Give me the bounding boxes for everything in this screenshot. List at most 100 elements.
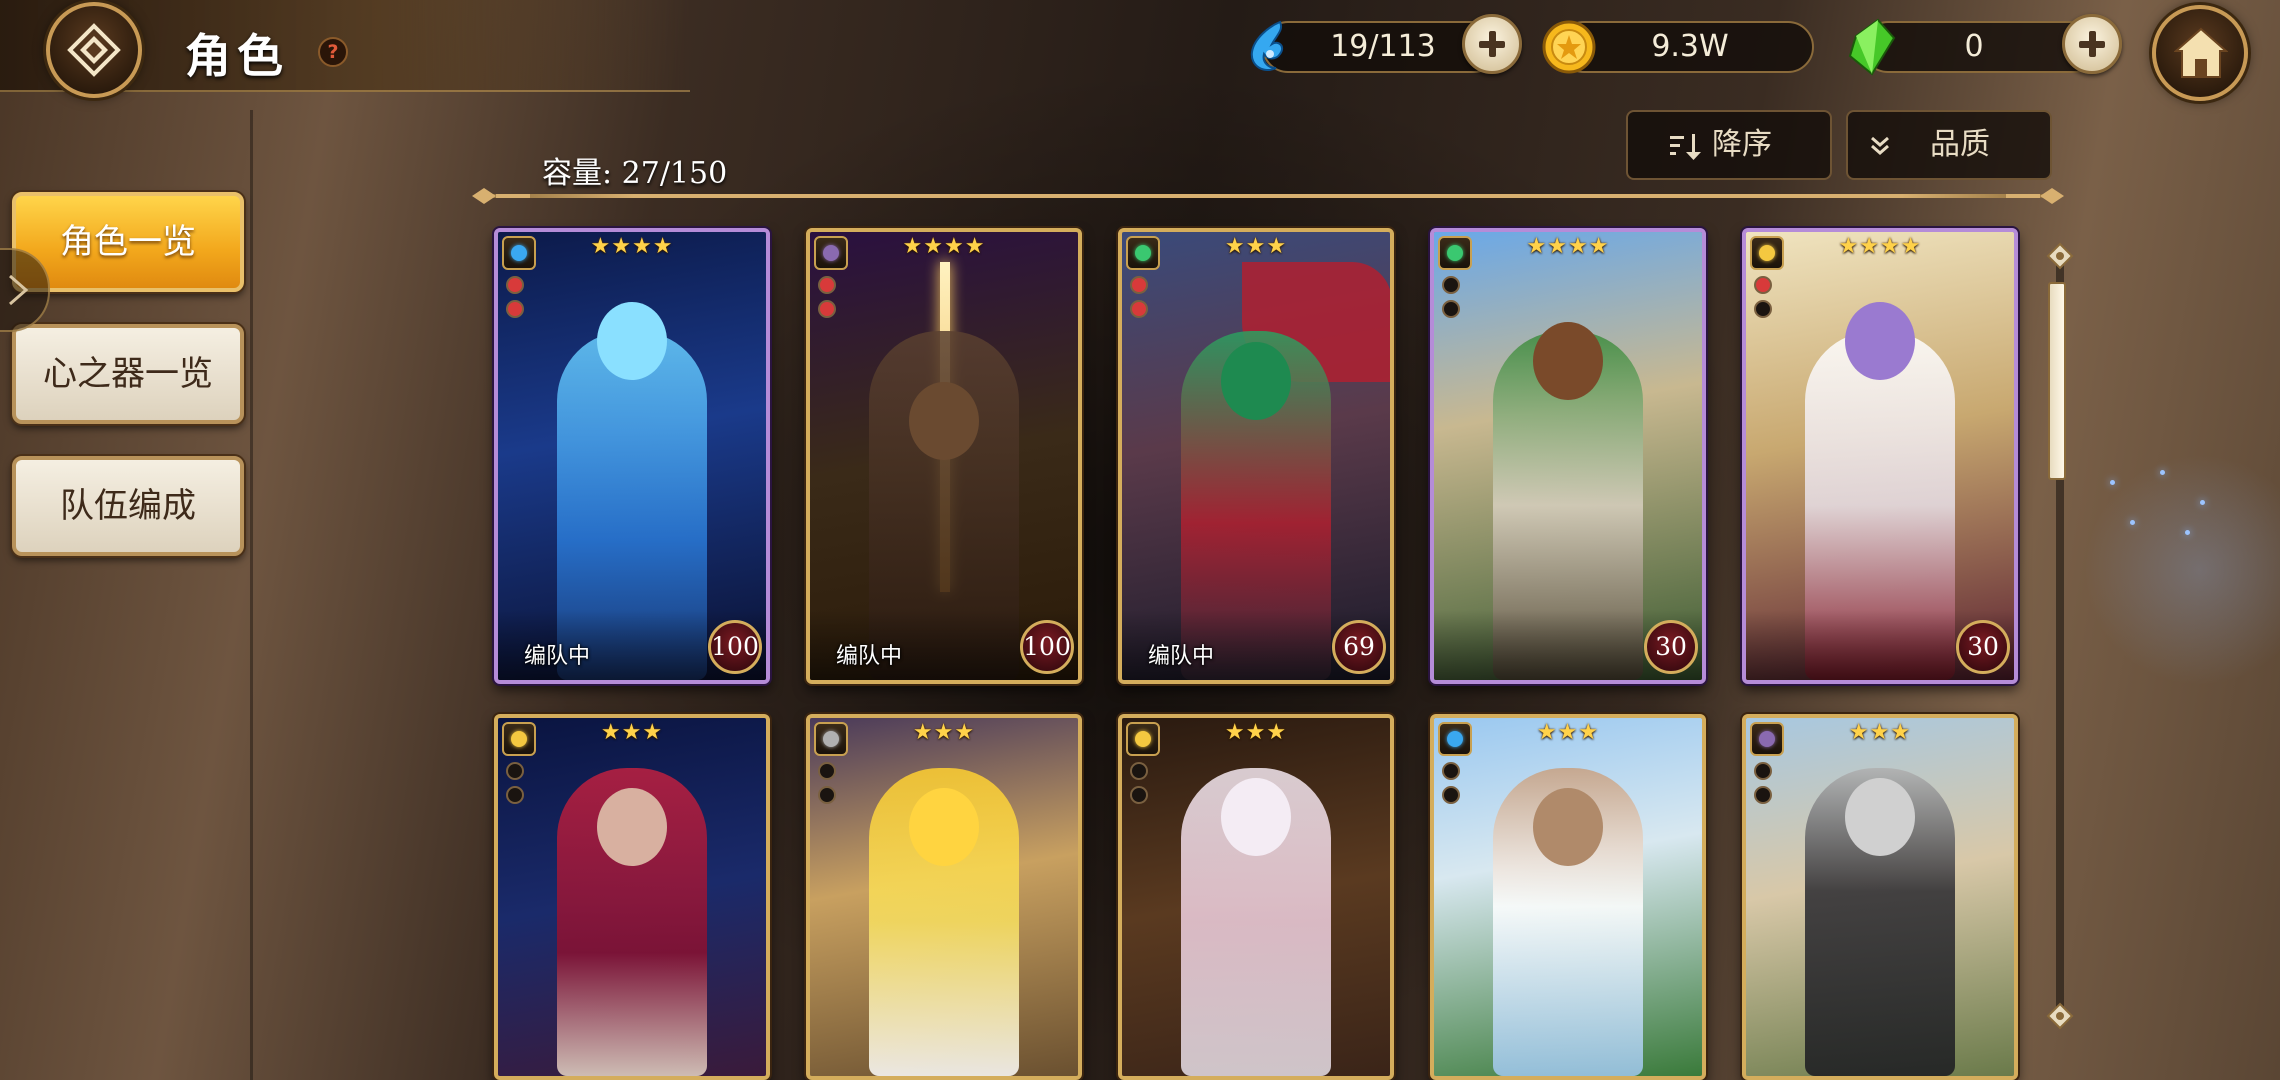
equip-slots	[1442, 762, 1460, 810]
wind-attribute-icon	[1126, 236, 1160, 270]
wind-attribute-icon	[1438, 236, 1472, 270]
star-rating: ★★★	[912, 720, 976, 745]
scroll-down-ornament-icon	[2046, 1002, 2074, 1030]
equip-slots	[1130, 276, 1148, 324]
card-artwork	[1434, 718, 1702, 1076]
capacity-label: 容量: 27/150	[542, 156, 728, 191]
scroll-up-ornament-icon	[2046, 242, 2074, 270]
dark-attribute-gem	[1759, 731, 1775, 747]
card-artwork	[498, 718, 766, 1076]
character-card[interactable]: ★★★★ .a-water::after{} 编队中 100	[494, 228, 770, 684]
light-attribute-gem	[511, 731, 527, 747]
light-attribute-icon	[1126, 722, 1160, 756]
light-attribute-icon	[502, 722, 536, 756]
ornament-right-icon	[2006, 188, 2064, 204]
add-crystal-button[interactable]	[2062, 14, 2122, 74]
sort-order-button[interactable]: 降序	[1626, 110, 1832, 180]
equip-slots	[1754, 762, 1772, 810]
equip-slots	[818, 276, 836, 324]
in-team-tag: 编队中	[836, 644, 903, 669]
chevron-down-icon	[1871, 136, 1889, 155]
star-rating: ★★★	[1224, 234, 1288, 259]
sparkle	[2110, 480, 2115, 485]
star-rating: ★★★	[1224, 720, 1288, 745]
equip-slots	[1130, 762, 1148, 810]
card-artwork	[1122, 718, 1390, 1076]
water-attribute-icon	[1438, 722, 1472, 756]
character-card[interactable]: ★★★★ 30	[1742, 228, 2018, 684]
character-card[interactable]: ★★★	[494, 714, 770, 1080]
in-team-tag: 编队中	[1148, 644, 1215, 669]
level-badge: 100	[1020, 620, 1074, 674]
sort-descending-icon	[1670, 134, 1701, 160]
equip-slots	[506, 762, 524, 810]
light-attribute-gem	[1759, 245, 1775, 261]
level-badge: 30	[1644, 620, 1698, 674]
nav-label: 角色一览	[60, 222, 196, 262]
dark-attribute-icon	[814, 236, 848, 270]
help-icon[interactable]: ?	[318, 37, 348, 67]
star-rating: ★★★	[1848, 720, 1912, 745]
wind-attribute-gem	[1135, 245, 1151, 261]
character-card[interactable]: ★★★ 编队中 69	[1118, 228, 1394, 684]
sparkle	[2160, 470, 2165, 475]
back-diamond-icon	[67, 23, 121, 77]
star-rating: ★★★★	[902, 234, 986, 259]
nav-label: 队伍编成	[60, 486, 196, 526]
level-badge: 100	[708, 620, 762, 674]
nav-team-formation[interactable]: 队伍编成	[12, 456, 244, 556]
add-stamina-button[interactable]	[1462, 14, 1522, 74]
back-button[interactable]	[46, 2, 142, 98]
quality-filter-button[interactable]: 品质	[1846, 110, 2052, 180]
divider-rule	[476, 194, 2060, 198]
gold-value: 9.3W	[1651, 29, 1729, 64]
character-card[interactable]: ★★★	[1118, 714, 1394, 1080]
star-rating: ★★★★	[590, 234, 674, 259]
card-artwork	[1746, 718, 2014, 1076]
star-rating: ★★★	[1536, 720, 1600, 745]
star-rating: ★★★	[600, 720, 664, 745]
background-glow	[2080, 440, 2280, 700]
character-card[interactable]: ★★★★ 30	[1430, 228, 1706, 684]
nav-heart-vessel-list[interactable]: 心之器一览	[12, 324, 244, 424]
character-card[interactable]: ★★★	[1430, 714, 1706, 1080]
equip-slots	[818, 762, 836, 810]
sparkle	[2185, 530, 2190, 535]
home-icon	[2174, 27, 2228, 78]
star-rating: ★★★★	[1838, 234, 1922, 259]
light-attribute-gem	[1135, 731, 1151, 747]
quality-filter-label: 品质	[1930, 127, 1990, 162]
home-button[interactable]	[2152, 5, 2248, 101]
card-artwork	[810, 718, 1078, 1076]
crystal-value: 0	[1964, 29, 1984, 64]
scrollbar-thumb[interactable]	[2048, 282, 2066, 480]
sparkle	[2200, 500, 2205, 505]
water-attribute-gem	[1447, 731, 1463, 747]
neutral-attribute-icon	[814, 722, 848, 756]
nav-label: 心之器一览	[43, 354, 213, 394]
water-attribute-icon: .a-water::after{}	[502, 236, 536, 270]
wind-attribute-gem	[1447, 245, 1463, 261]
gold-coin-icon	[1542, 20, 1596, 74]
neutral-attribute-gem	[823, 731, 839, 747]
dark-attribute-icon	[1750, 722, 1784, 756]
sparkle	[2130, 520, 2135, 525]
character-card[interactable]: ★★★	[1742, 714, 2018, 1080]
water-attribute-gem	[511, 245, 527, 261]
equip-slots	[506, 276, 524, 324]
character-card[interactable]: ★★★	[806, 714, 1082, 1080]
star-rating: ★★★★	[1526, 234, 1610, 259]
equip-slots	[1754, 276, 1772, 324]
chevron-right-icon	[9, 274, 29, 306]
green-crystal-icon	[1848, 18, 1896, 76]
light-attribute-icon	[1750, 236, 1784, 270]
ornament-left-icon	[472, 188, 530, 204]
equip-slots	[1442, 276, 1460, 324]
nav-divider	[250, 110, 253, 1080]
sort-order-label: 降序	[1712, 127, 1772, 162]
level-badge: 69	[1332, 620, 1386, 674]
page-title: 角色	[185, 29, 289, 83]
character-card[interactable]: ★★★★ 编队中 100	[806, 228, 1082, 684]
dark-attribute-gem	[823, 245, 839, 261]
blue-water-drop-icon	[1250, 20, 1284, 71]
